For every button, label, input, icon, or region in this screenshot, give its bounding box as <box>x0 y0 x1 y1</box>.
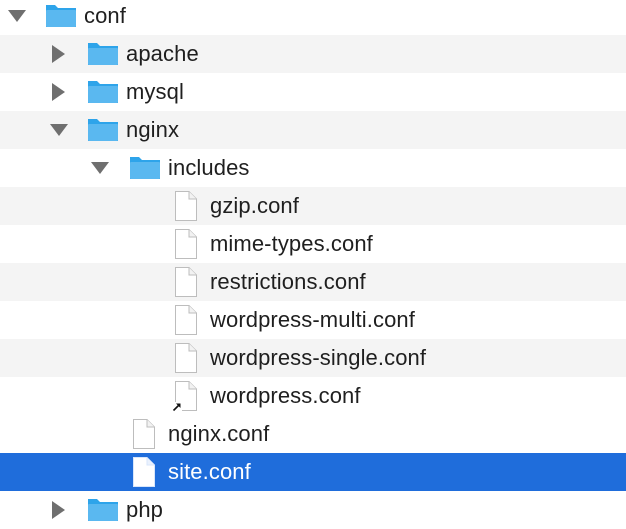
tree-row-file[interactable]: wordpress-multi.conf <box>0 301 626 339</box>
tree-row-file[interactable]: nginx.conf <box>0 415 626 453</box>
disclosure-expanded-icon[interactable] <box>6 0 30 35</box>
file-icon <box>172 339 200 377</box>
tree-row-selected[interactable]: site.conf <box>0 453 626 491</box>
file-icon <box>172 187 200 225</box>
tree-row-php[interactable]: php <box>0 491 626 529</box>
file-icon <box>130 415 158 453</box>
tree-item-label: wordpress-single.conf <box>210 345 427 370</box>
tree-row-file[interactable]: gzip.conf <box>0 187 626 225</box>
folder-icon <box>45 0 77 35</box>
file-icon <box>172 263 200 301</box>
folder-icon <box>87 111 119 149</box>
tree-item-label: nginx.conf <box>168 421 270 446</box>
file-tree: conf apache mysql nginx includes gzip.co… <box>0 0 626 524</box>
tree-item-label: mime-types.conf <box>210 231 373 256</box>
disclosure-collapsed-icon[interactable] <box>48 73 72 111</box>
tree-item-label: php <box>126 497 164 522</box>
tree-row-nginx[interactable]: nginx <box>0 111 626 149</box>
tree-item-label: mysql <box>126 79 184 104</box>
tree-row-mysql[interactable]: mysql <box>0 73 626 111</box>
file-icon <box>172 301 200 339</box>
tree-item-label: nginx <box>126 117 180 142</box>
tree-row-includes[interactable]: includes <box>0 149 626 187</box>
tree-row-file[interactable]: wordpress-single.conf <box>0 339 626 377</box>
tree-row-file-alias[interactable]: wordpress.conf <box>0 377 626 415</box>
tree-item-label: includes <box>168 155 250 180</box>
disclosure-expanded-icon[interactable] <box>48 111 72 149</box>
tree-item-label: wordpress-multi.conf <box>210 307 415 332</box>
tree-item-label: site.conf <box>168 459 251 484</box>
tree-row-apache[interactable]: apache <box>0 35 626 73</box>
folder-icon <box>129 149 161 187</box>
disclosure-collapsed-icon[interactable] <box>48 491 72 529</box>
tree-item-label: wordpress.conf <box>210 383 361 408</box>
file-icon <box>172 225 200 263</box>
tree-item-label: conf <box>84 3 126 28</box>
file-alias-icon <box>172 377 200 415</box>
disclosure-collapsed-icon[interactable] <box>48 35 72 73</box>
folder-icon <box>87 73 119 111</box>
disclosure-expanded-icon[interactable] <box>89 149 113 187</box>
tree-row-conf[interactable]: conf <box>0 0 626 35</box>
tree-item-label: apache <box>126 41 199 66</box>
folder-icon <box>87 35 119 73</box>
tree-item-label: restrictions.conf <box>210 269 366 294</box>
tree-item-label: gzip.conf <box>210 193 299 218</box>
folder-icon <box>87 491 119 529</box>
tree-row-file[interactable]: mime-types.conf <box>0 225 626 263</box>
tree-row-file[interactable]: restrictions.conf <box>0 263 626 301</box>
file-icon <box>130 453 158 491</box>
